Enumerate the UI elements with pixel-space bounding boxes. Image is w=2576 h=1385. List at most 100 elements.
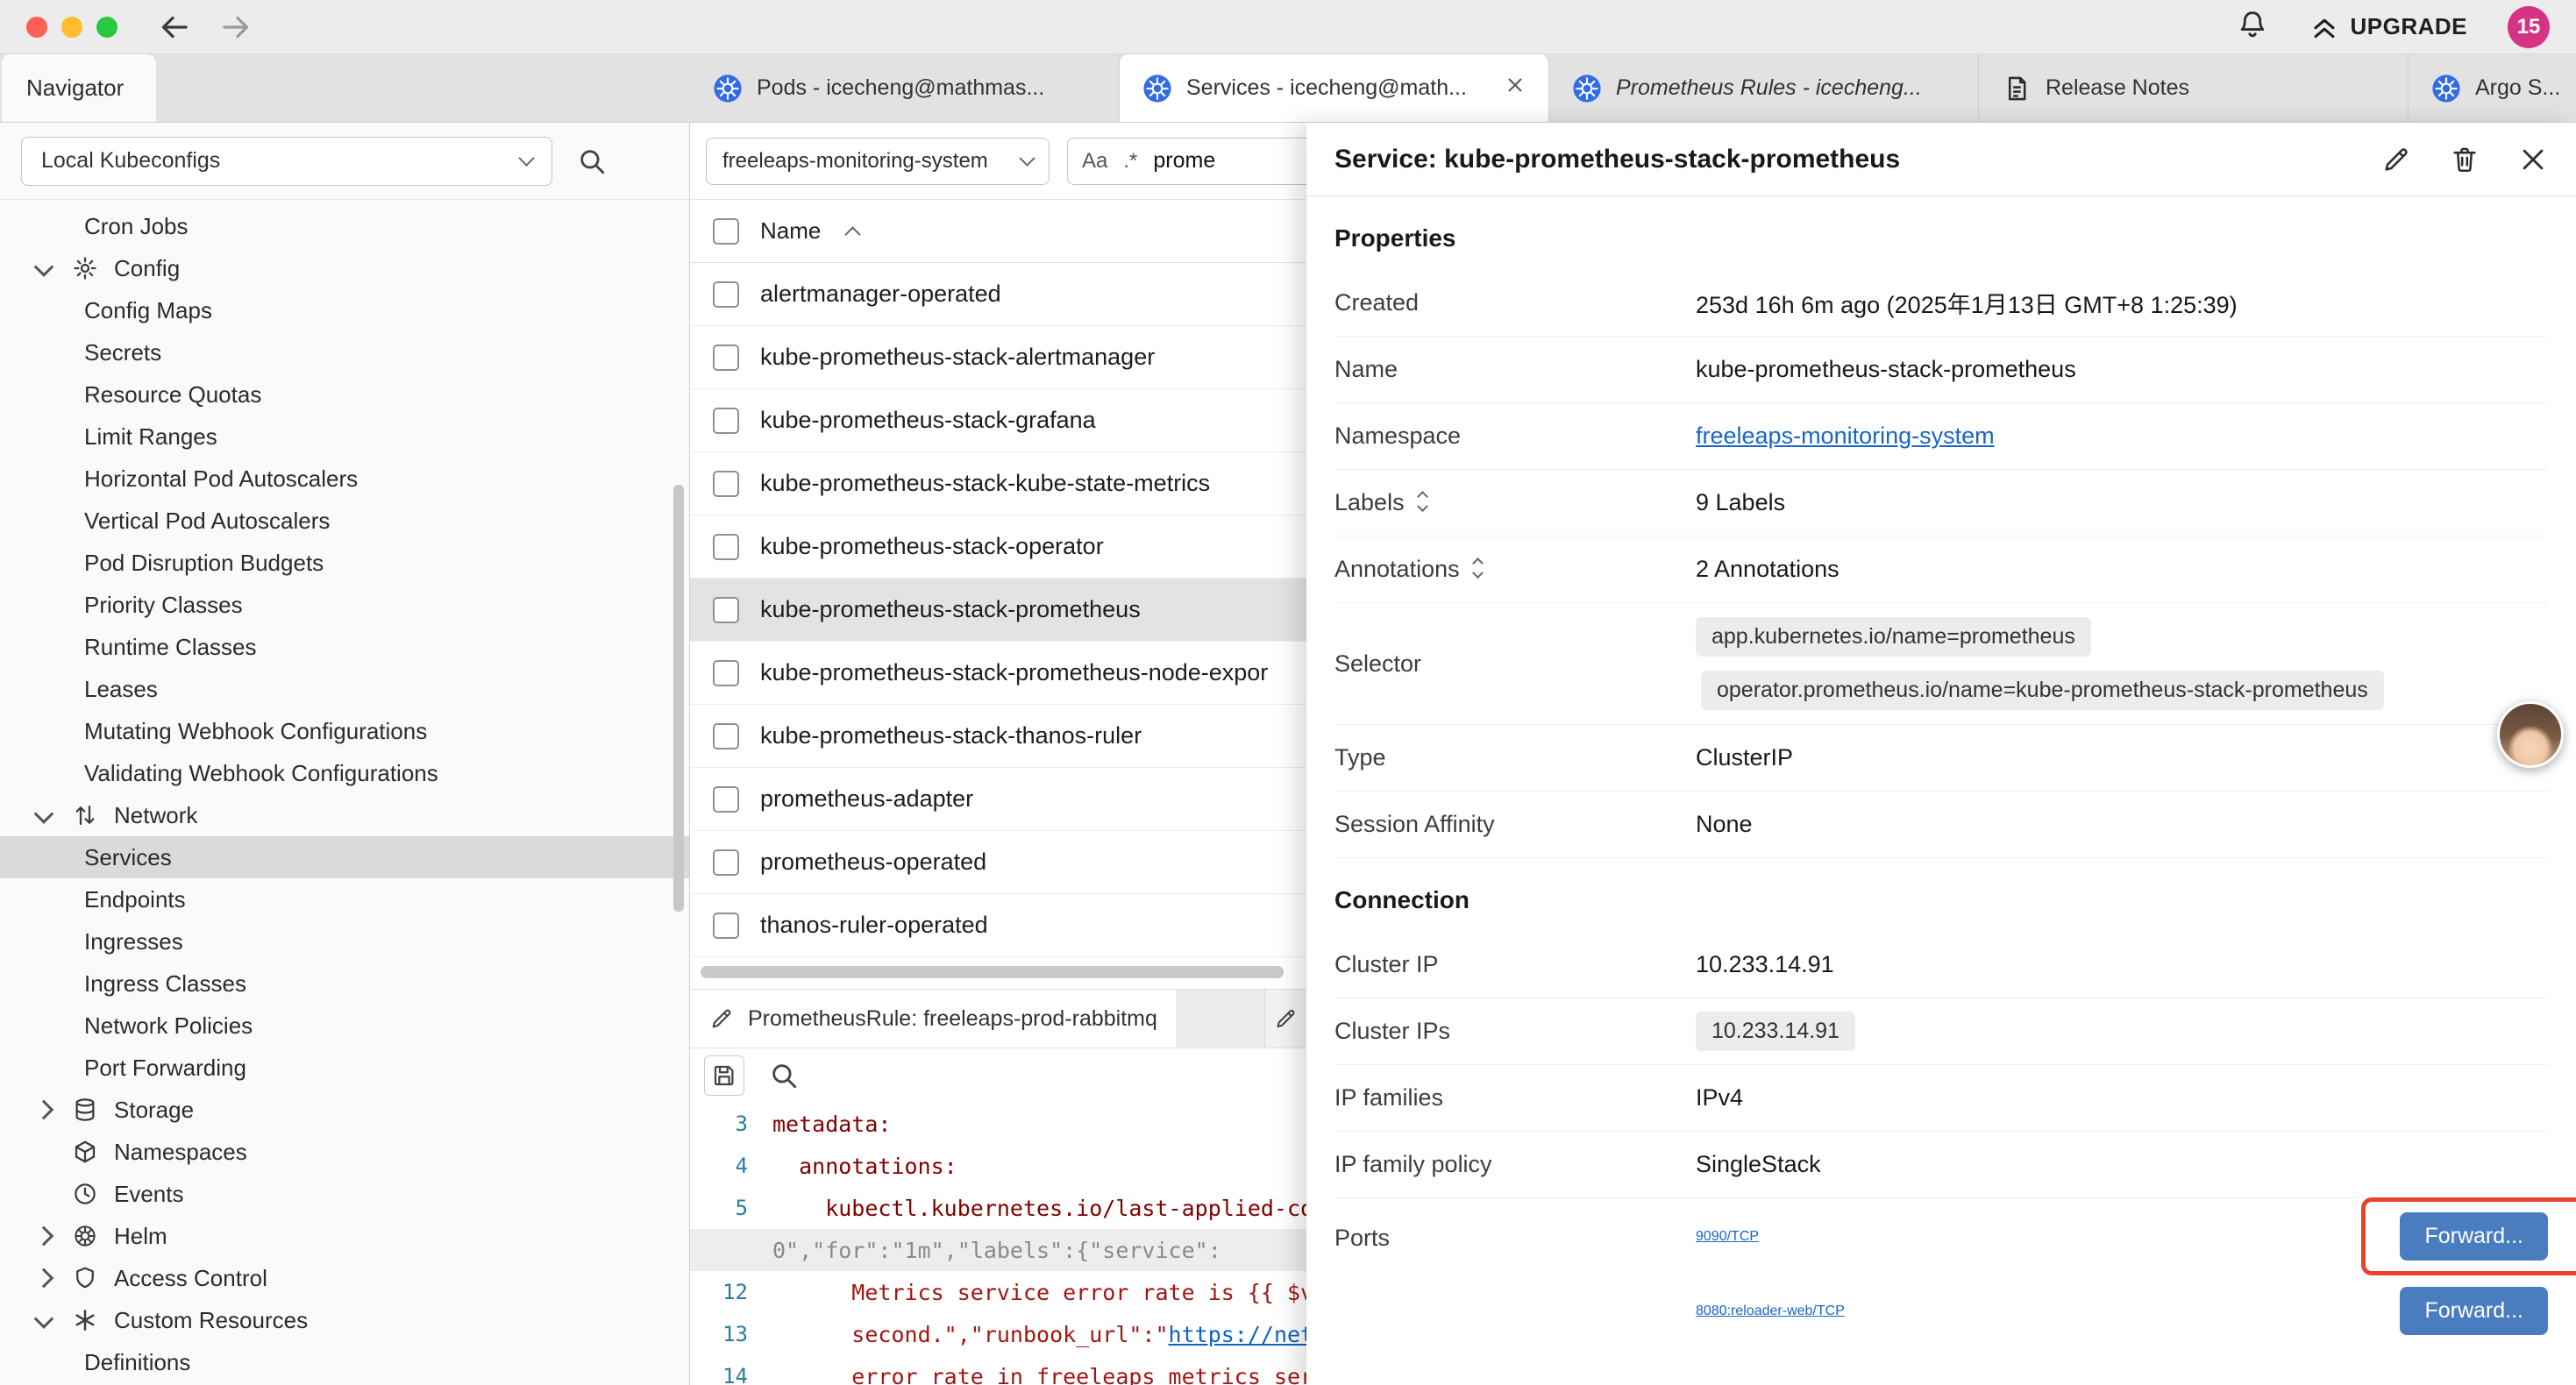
sidebar-tree-item[interactable]: Runtime Classes	[0, 626, 689, 668]
row-checkbox[interactable]	[713, 913, 739, 939]
service-table-row[interactable]: kube-prometheus-stack-grafana	[690, 389, 1306, 452]
service-table-row[interactable]: kube-prometheus-stack-thanos-ruler	[690, 705, 1306, 768]
service-table-row[interactable]: kube-prometheus-stack-prometheus-node-ex…	[690, 642, 1306, 705]
service-table-row[interactable]: thanos-ruler-operated	[690, 894, 1306, 957]
maximize-window-button[interactable]	[96, 17, 117, 38]
sidebar-tree-item[interactable]: Events	[0, 1173, 689, 1215]
sidebar-tree-item[interactable]: Endpoints	[0, 878, 689, 920]
sidebar-tree-item[interactable]: Services	[0, 836, 689, 878]
sidebar-tree-item[interactable]: Cron Jobs	[0, 205, 689, 247]
kubeconfig-select[interactable]: Local Kubeconfigs	[21, 137, 552, 186]
service-table-row[interactable]: kube-prometheus-stack-alertmanager	[690, 326, 1306, 389]
sidebar-tree-item[interactable]: Priority Classes	[0, 584, 689, 626]
namespace-link[interactable]: freeleaps-monitoring-system	[1696, 423, 1995, 450]
close-panel-icon[interactable]	[2518, 145, 2548, 174]
tab-navigator[interactable]: Navigator	[2, 54, 156, 122]
minimize-window-button[interactable]	[61, 17, 82, 38]
sidebar-tree-item[interactable]: Ingress Classes	[0, 962, 689, 1005]
sidebar-tree-item[interactable]: Validating Webhook Configurations	[0, 752, 689, 794]
sidebar-tree-item[interactable]: Port Forwarding	[0, 1047, 689, 1089]
sidebar-tree-item[interactable]: Config Maps	[0, 289, 689, 331]
sidebar-tree-item[interactable]: Vertical Pod Autoscalers	[0, 500, 689, 542]
editor-tab-partial[interactable]	[1264, 990, 1306, 1048]
tab-prometheus-rules[interactable]: Prometheus Rules - icecheng...	[1549, 54, 1979, 122]
sidebar-tree-item[interactable]: Network	[0, 794, 689, 836]
row-checkbox[interactable]	[713, 660, 739, 686]
horizontal-scrollbar-thumb[interactable]	[701, 966, 1284, 978]
match-case-toggle[interactable]: Aa	[1082, 149, 1107, 174]
close-tab-icon[interactable]	[1505, 75, 1526, 102]
filter-search-box[interactable]: Aa .*	[1067, 138, 1306, 185]
notifications-bell-icon[interactable]	[2236, 8, 2269, 46]
port-link-8080[interactable]: 8080:reloader-web/TCP	[1696, 1303, 1845, 1319]
forward-button[interactable]	[219, 10, 254, 45]
sidebar-tree-item[interactable]: Custom Resources	[0, 1299, 689, 1341]
trash-icon[interactable]	[2450, 145, 2480, 174]
service-name: kube-prometheus-stack-grafana	[760, 407, 1096, 434]
sidebar-tree-item[interactable]: Limit Ranges	[0, 416, 689, 458]
sidebar-tree-item[interactable]: Leases	[0, 668, 689, 710]
sidebar-scrollbar-thumb[interactable]	[673, 485, 684, 912]
notification-count-badge[interactable]: 15	[2508, 6, 2550, 48]
sidebar-tree-item[interactable]: Namespaces	[0, 1131, 689, 1173]
details-panel: Service: kube-prometheus-stack-prometheu…	[1306, 123, 2576, 1385]
sidebar-tree-item[interactable]: Network Policies	[0, 1005, 689, 1047]
expand-collapse-icon[interactable]	[1419, 493, 1427, 513]
edit-pencil-icon[interactable]	[2381, 145, 2411, 174]
forward-button-9090[interactable]: Forward...	[2400, 1212, 2548, 1261]
regex-toggle[interactable]: .*	[1123, 149, 1137, 174]
sidebar-tree-item[interactable]: Helm	[0, 1215, 689, 1257]
line-content: Metrics service error rate is {{ $va	[748, 1280, 1306, 1305]
sidebar-tree-item[interactable]: Pod Disruption Budgets	[0, 542, 689, 584]
select-all-checkbox[interactable]	[713, 218, 739, 245]
row-checkbox[interactable]	[713, 786, 739, 813]
sidebar-tree-item[interactable]: Access Control	[0, 1257, 689, 1299]
filter-search-input[interactable]	[1153, 148, 1284, 174]
sidebar-tree-item[interactable]: Ingresses	[0, 920, 689, 962]
kubeconfig-select-value: Local Kubeconfigs	[41, 148, 220, 174]
labels-value[interactable]: 9 Labels	[1696, 489, 2548, 516]
service-table-row[interactable]: prometheus-adapter	[690, 768, 1306, 831]
sidebar-tree-item[interactable]: Storage	[0, 1089, 689, 1131]
editor-tab-prometheusrule[interactable]: PrometheusRule: freeleaps-prod-rabbitmq	[690, 990, 1178, 1048]
editor-search-button[interactable]	[769, 1061, 799, 1090]
tab-pods[interactable]: Pods - icecheng@mathmas...	[690, 54, 1120, 122]
service-table-row[interactable]: kube-prometheus-stack-kube-state-metrics	[690, 452, 1306, 515]
service-table-row[interactable]: alertmanager-operated	[690, 263, 1306, 326]
sidebar-tree-item[interactable]: Mutating Webhook Configurations	[0, 710, 689, 752]
back-button[interactable]	[160, 10, 195, 45]
user-avatar[interactable]	[2497, 701, 2564, 768]
row-checkbox[interactable]	[713, 408, 739, 434]
upgrade-button[interactable]: UPGRADE	[2309, 12, 2467, 42]
sidebar-tree-item[interactable]: Definitions	[0, 1341, 689, 1383]
tab-release-notes[interactable]: Release Notes	[1979, 54, 2409, 122]
yaml-editor[interactable]: 3 metadata: 4 annotations: 5 kubectl.kub…	[690, 1103, 1306, 1385]
sidebar-tree-item[interactable]: Horizontal Pod Autoscalers	[0, 458, 689, 500]
expand-collapse-icon[interactable]	[1474, 559, 1482, 579]
save-button[interactable]	[704, 1055, 744, 1096]
ip-families-value: IPv4	[1696, 1084, 2548, 1112]
close-window-button[interactable]	[26, 17, 47, 38]
service-table-row[interactable]: kube-prometheus-stack-prometheus	[690, 579, 1306, 642]
namespace-select[interactable]: freeleaps-monitoring-system	[706, 138, 1050, 185]
row-checkbox[interactable]	[713, 471, 739, 497]
tab-argo[interactable]: Argo S...	[2409, 54, 2576, 122]
sidebar-tree-item[interactable]: Secrets	[0, 331, 689, 373]
row-checkbox[interactable]	[713, 597, 739, 623]
service-table-row[interactable]: kube-prometheus-stack-operator	[690, 515, 1306, 579]
row-checkbox[interactable]	[713, 723, 739, 749]
service-table-row[interactable]: prometheus-operated	[690, 831, 1306, 894]
row-checkbox[interactable]	[713, 281, 739, 308]
row-checkbox[interactable]	[713, 534, 739, 560]
annotations-value[interactable]: 2 Annotations	[1696, 556, 2548, 583]
sidebar-tree-item[interactable]: Resource Quotas	[0, 373, 689, 416]
sidebar-search-button[interactable]	[577, 146, 607, 176]
sidebar-tree-item[interactable]: Config	[0, 247, 689, 289]
tab-services[interactable]: Services - icecheng@math...	[1120, 54, 1549, 122]
port-link-9090[interactable]: 9090/TCP	[1696, 1229, 1759, 1245]
row-checkbox[interactable]	[713, 849, 739, 876]
forward-button-8080[interactable]: Forward...	[2400, 1287, 2548, 1335]
row-checkbox[interactable]	[713, 344, 739, 371]
name-column-header[interactable]: Name	[760, 217, 821, 245]
line-content: 0","for":"1m","labels":{"service":	[748, 1238, 1221, 1263]
